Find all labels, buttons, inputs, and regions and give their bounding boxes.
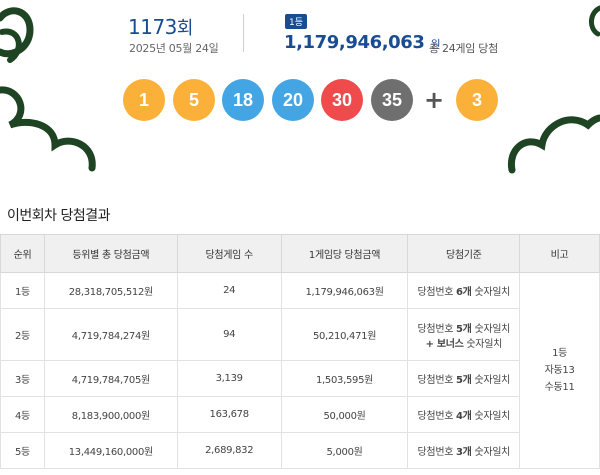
plus-sign: +: [423, 86, 445, 114]
column-header: 비고: [519, 234, 600, 273]
total-prize-cell: 8,183,900,000원: [43, 396, 178, 433]
column-header: 1게임당 당첨금액: [280, 234, 409, 273]
total-prize-cell: 4,719,784,274원: [43, 308, 178, 361]
table-row: 4등 8,183,900,000원 163,678 50,000원 당첨번호 4…: [0, 396, 600, 433]
criteria-cell: 당첨번호 6개 숫자일치: [407, 272, 521, 309]
criteria-cell: 당첨번호 5개 숫자일치: [407, 360, 521, 397]
section-title: 이번회차 당첨결과: [7, 208, 111, 224]
criteria-cell: 당첨번호 5개 숫자일치 + 보너스 숫자일치: [407, 308, 521, 361]
number-ball: 18: [222, 79, 264, 121]
column-header: 순위: [0, 234, 45, 273]
game-count-cell: 2,689,832: [176, 432, 282, 469]
column-header: 당첨기준: [407, 234, 521, 273]
number-ball: 35: [371, 79, 413, 121]
game-count-cell: 3,139: [176, 360, 282, 397]
round-title: 1173회: [128, 14, 193, 40]
number-ball: 20: [272, 79, 314, 121]
per-game-prize-cell: 5,000원: [280, 432, 409, 469]
first-prize-value: 1,179,946,063: [284, 32, 425, 53]
table-row: 5등 13,449,160,000원 2,689,832 5,000원 당첨번호…: [0, 432, 600, 469]
per-game-prize-cell: 50,000원: [280, 396, 409, 433]
per-game-prize-cell: 50,210,471원: [280, 308, 409, 361]
rank-cell: 5등: [0, 432, 45, 469]
game-count-cell: 24: [176, 272, 282, 309]
table-row: 3등 4,719,784,705원 3,139 1,503,595원 당첨번호 …: [0, 360, 600, 397]
results-table: 순위 등위별 총 당첨금액 당첨게임 수 1게임당 당첨금액 당첨기준 비고 1…: [0, 234, 600, 469]
per-game-prize-cell: 1,503,595원: [280, 360, 409, 397]
draw-summary: 1173회 2025년 05월 24일 1등 1,179,946,063 원 총…: [0, 0, 600, 170]
total-prize-cell: 13,449,160,000원: [43, 432, 178, 469]
rank-cell: 4등: [0, 396, 45, 433]
table-header-row: 순위 등위별 총 당첨금액 당첨게임 수 1게임당 당첨금액 당첨기준 비고: [0, 234, 600, 273]
game-count-cell: 163,678: [176, 396, 282, 433]
total-prize-cell: 28,318,705,512원: [43, 272, 178, 309]
first-prize-amount: 1,179,946,063 원: [284, 32, 441, 53]
per-game-prize-cell: 1,179,946,063원: [280, 272, 409, 309]
number-ball: 5: [173, 79, 215, 121]
rank-cell: 2등: [0, 308, 45, 361]
draw-date: 2025년 05월 24일: [129, 42, 219, 55]
criteria-cell: 당첨번호 4개 숫자일치: [407, 396, 521, 433]
number-ball: 30: [321, 79, 363, 121]
bonus-ball: 3: [456, 79, 498, 121]
table-row: 1등 28,318,705,512원 24 1,179,946,063원 당첨번…: [0, 272, 600, 469]
rank-cell: 1등: [0, 272, 45, 309]
column-header: 등위별 총 당첨금액: [43, 234, 178, 273]
column-header: 당첨게임 수: [176, 234, 282, 273]
criteria-cell: 당첨번호 3개 숫자일치: [407, 432, 521, 469]
winner-count: 총 24게임 당첨: [429, 42, 498, 55]
number-ball: 1: [123, 79, 165, 121]
note-cell: 1등 자동13 수동11: [519, 272, 600, 469]
rank-cell: 3등: [0, 360, 45, 397]
total-prize-cell: 4,719,784,705원: [43, 360, 178, 397]
round-number: 1173: [128, 15, 177, 39]
round-suffix: 회: [176, 18, 194, 39]
first-rank-badge: 1등: [285, 14, 308, 29]
game-count-cell: 94: [176, 308, 282, 361]
table-row: 2등 4,719,784,274원 94 50,210,471원 당첨번호 5개…: [0, 308, 600, 361]
divider: [243, 14, 244, 52]
